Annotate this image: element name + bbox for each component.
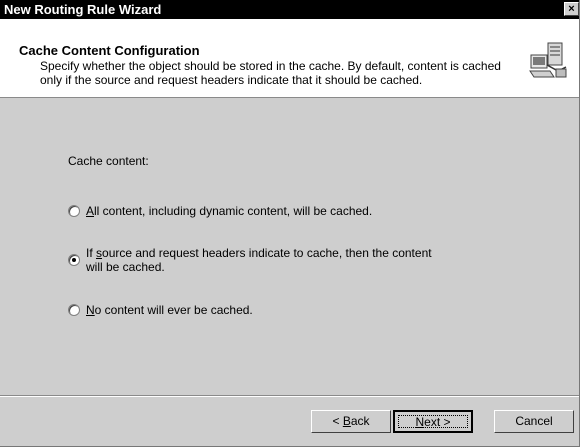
- close-icon: ×: [568, 3, 575, 15]
- cancel-button[interactable]: Cancel: [494, 410, 574, 433]
- wizard-header: Cache Content Configuration Specify whet…: [0, 19, 579, 98]
- option-all-content[interactable]: All content, including dynamic content, …: [68, 204, 372, 218]
- next-button-label: Next >: [415, 415, 451, 429]
- option-no-content[interactable]: No content will ever be cached.: [68, 303, 253, 317]
- page-description: Specify whether the object should be sto…: [40, 59, 501, 87]
- button-area-separator: [0, 395, 579, 397]
- close-button[interactable]: ×: [564, 2, 579, 16]
- option-source-headers-label[interactable]: If source and request headers indicate t…: [86, 246, 432, 274]
- option-no-content-label[interactable]: No content will ever be cached.: [86, 303, 253, 317]
- cancel-button-label: Cancel: [515, 414, 553, 428]
- wizard-window: New Routing Rule Wizard × Cache Content …: [0, 0, 580, 447]
- radio-all-content[interactable]: [68, 205, 80, 217]
- back-button[interactable]: < Back: [311, 410, 391, 433]
- option-source-headers[interactable]: If source and request headers indicate t…: [68, 246, 432, 274]
- cache-content-prompt: Cache content:: [68, 154, 149, 168]
- window-title: New Routing Rule Wizard: [4, 2, 162, 17]
- radio-no-content[interactable]: [68, 304, 80, 316]
- title-bar[interactable]: New Routing Rule Wizard ×: [0, 0, 579, 19]
- page-title: Cache Content Configuration: [19, 43, 200, 58]
- next-button[interactable]: Next >: [393, 410, 473, 433]
- radio-source-headers[interactable]: [68, 254, 80, 266]
- radio-selected-dot: [72, 258, 76, 262]
- option-all-content-label[interactable]: All content, including dynamic content, …: [86, 204, 372, 218]
- wizard-computer-icon: [529, 42, 567, 78]
- back-button-label: < Back: [332, 414, 370, 428]
